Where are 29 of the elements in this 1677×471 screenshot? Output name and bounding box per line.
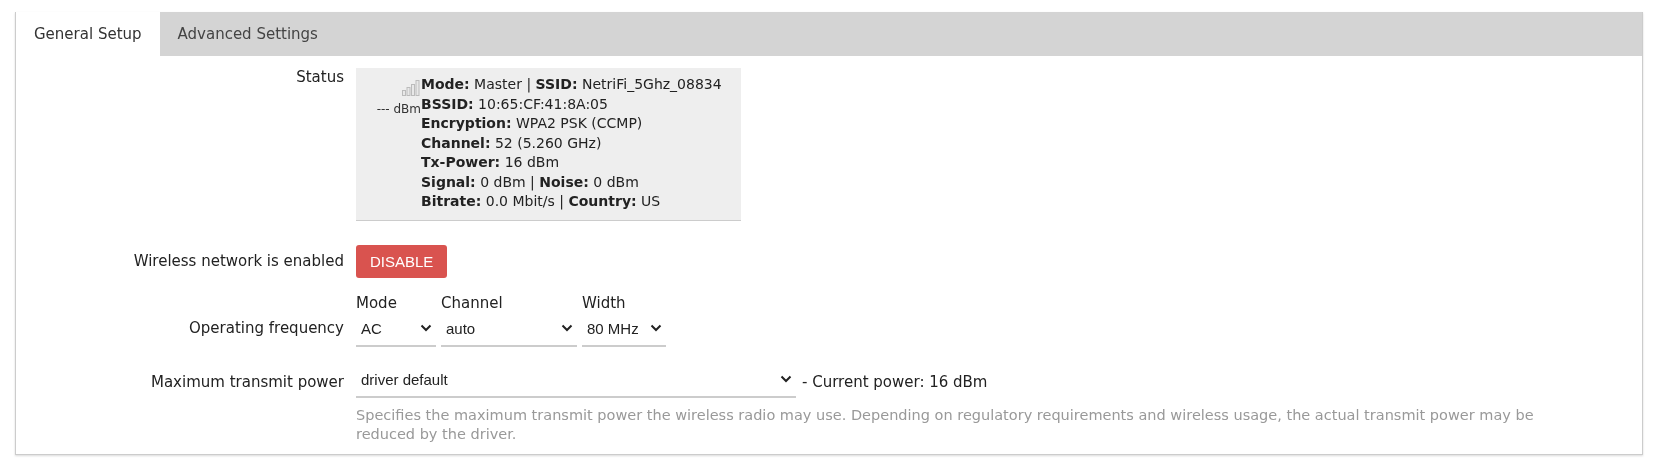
tab[interactable]: General Setup (16, 12, 160, 56)
chevron-down-icon (420, 324, 432, 332)
status-line: Signal: 0 dBm | Noise: 0 dBm (421, 172, 640, 192)
field-label: Status (295, 68, 345, 88)
status-line: Bitrate: 0.0 Mbit/s | Country: US (421, 192, 662, 212)
chevron-down-icon (780, 375, 792, 383)
disable-button[interactable]: DISABLE (356, 244, 448, 278)
signal-reading: --- dBm (376, 102, 421, 116)
status-line: Tx-Power: 16 dBm (421, 153, 561, 172)
select-label: Mode (356, 293, 398, 312)
dropdown[interactable]: 80 MHz (582, 315, 666, 347)
dropdown[interactable]: auto (441, 315, 577, 347)
help-text: Specifies the maximum transmit power the wireless radio may use. Depending on regulatory requirements and wireless usage, the actual transmit power may be reduced by the driver. (356, 405, 1535, 444)
dropdown[interactable]: driver default (356, 366, 796, 398)
signal-bars-icon (401, 79, 421, 96)
chevron-down-icon (650, 324, 662, 332)
status-line: Mode: Master | SSID: NetriFi_5Ghz_08834 (421, 75, 722, 95)
field-label: Wireless network is enabled (132, 252, 345, 270)
status-line: Channel: 52 (5.260 GHz) (421, 133, 603, 153)
select-label: Width (582, 293, 627, 312)
status-line: Encryption: WPA2 PSK (CCMP) (421, 114, 644, 133)
chevron-down-icon (561, 324, 573, 332)
dropdown[interactable]: AC (356, 315, 436, 347)
tab[interactable]: Advanced Settings (159, 12, 336, 56)
field-label: Maximum transmit power (149, 373, 345, 391)
status-line: BSSID: 10:65:CF:41:8A:05 (421, 94, 609, 114)
field-label: Operating frequency (188, 318, 345, 339)
current-power-text: - Current power: 16 dBm (802, 373, 988, 391)
select-label: Channel (441, 293, 504, 312)
